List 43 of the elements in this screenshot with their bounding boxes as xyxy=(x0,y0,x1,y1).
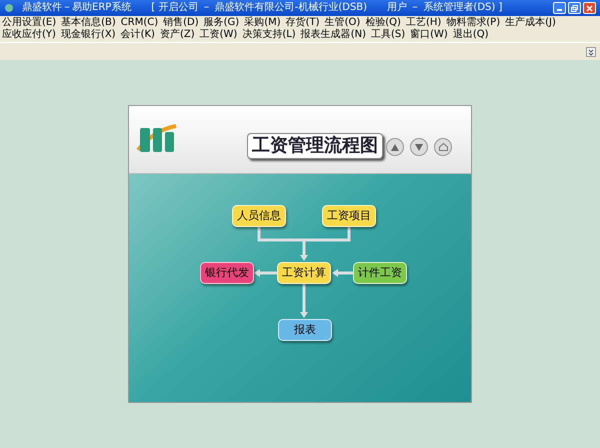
menu-item[interactable]: 应收应付(Y) xyxy=(2,29,56,41)
menu-item[interactable]: 工艺(H) xyxy=(406,17,442,29)
menu-item[interactable]: 物料需求(P) xyxy=(446,17,500,29)
app-icon xyxy=(4,3,14,13)
menu-item[interactable]: 基本信息(B) xyxy=(61,17,116,29)
minimize-icon xyxy=(557,9,562,11)
restore-button[interactable] xyxy=(568,2,581,14)
menu-item[interactable]: 销售(D) xyxy=(163,17,199,29)
menu-item[interactable]: 工具(S) xyxy=(370,29,406,41)
diagram-title: 工资管理流程图 xyxy=(247,133,383,159)
minimize-button[interactable] xyxy=(553,2,566,14)
menu-item[interactable]: 工资(W) xyxy=(200,29,238,41)
down-icon xyxy=(415,144,423,150)
menu-item[interactable]: 决策支持(L) xyxy=(242,29,296,41)
menu-item[interactable]: 窗口(W) xyxy=(410,29,448,41)
window-title: 鼎盛软件－易助ERP系统 xyxy=(22,3,132,13)
home-icon xyxy=(438,143,448,151)
close-button[interactable] xyxy=(583,2,596,14)
flowchart-node[interactable]: 银行代发 xyxy=(200,262,254,284)
collapse-icon xyxy=(586,46,596,56)
menu-item[interactable]: 公用设置(E) xyxy=(2,17,56,29)
menu-item[interactable]: 检验(Q) xyxy=(365,17,401,29)
up-icon xyxy=(391,144,399,150)
menu-item[interactable]: 报表生成器(N) xyxy=(300,29,366,41)
menu-item[interactable]: 资产(Z) xyxy=(160,29,195,41)
restore-icon xyxy=(571,4,578,12)
close-icon xyxy=(586,4,593,12)
menu-item[interactable]: 现金银行(X) xyxy=(60,29,116,41)
company-label: [ 开启公司 － 鼎盛软件有限公司-机械行业(DSB) xyxy=(151,3,368,13)
menu-item[interactable]: 生产成本(J) xyxy=(505,17,556,29)
menu-item[interactable]: 采购(M) xyxy=(244,17,281,29)
user-label: 用户 － 系统管理者(DS) ] xyxy=(387,3,502,13)
flowchart-node[interactable]: 工资项目 xyxy=(322,205,376,227)
menu-item[interactable]: 生管(O) xyxy=(324,17,360,29)
flowchart-node[interactable]: 工资计算 xyxy=(277,262,331,284)
menu-item[interactable]: 存货(T) xyxy=(286,17,320,29)
menu-item[interactable]: 服务(G) xyxy=(204,17,240,29)
flowchart-node[interactable]: 报表 xyxy=(278,319,332,341)
menu-item[interactable]: 退出(Q) xyxy=(452,29,489,41)
menu-item[interactable]: 会计(K) xyxy=(120,29,155,41)
menu-item[interactable]: CRM(C) xyxy=(120,17,158,29)
flowchart-node[interactable]: 人员信息 xyxy=(232,205,286,227)
flowchart-node[interactable]: 计件工资 xyxy=(353,262,407,284)
